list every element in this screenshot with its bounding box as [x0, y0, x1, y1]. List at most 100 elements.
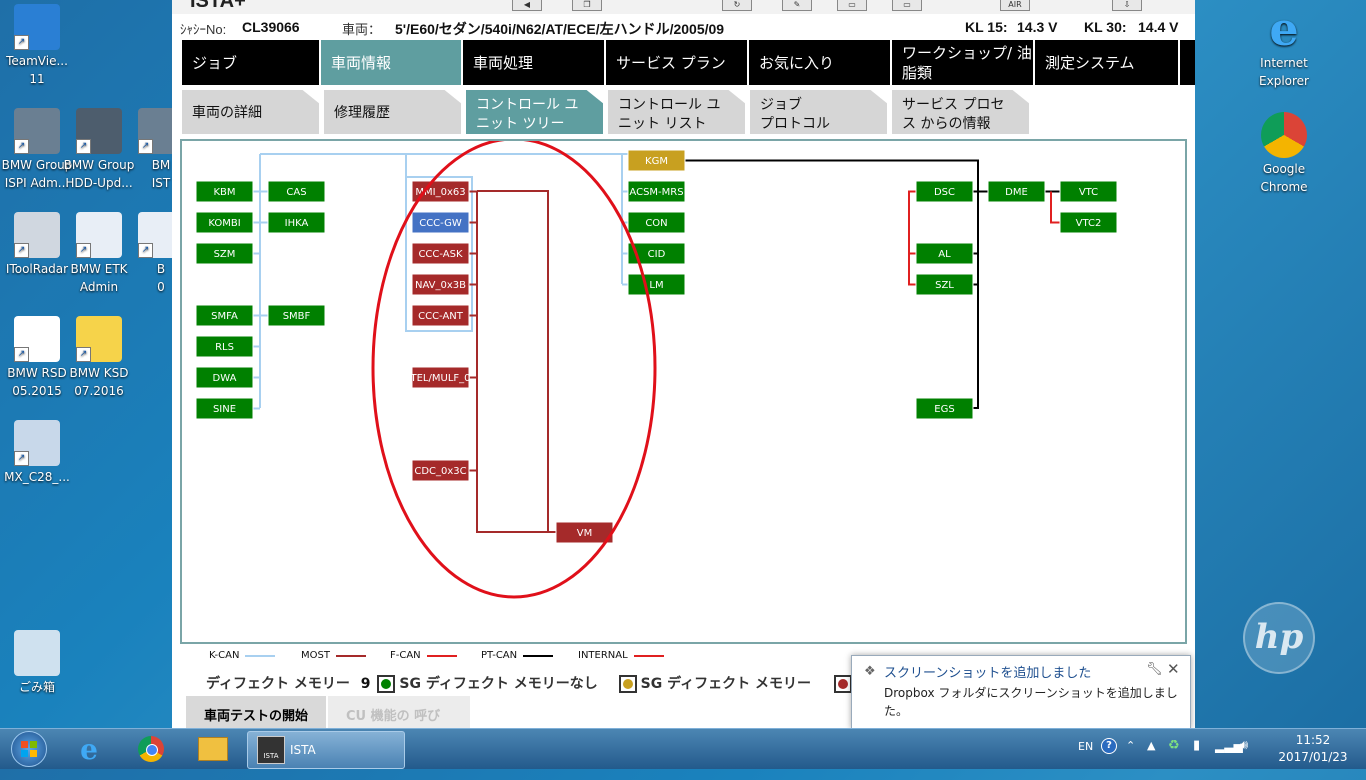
- recycle-bin-icon[interactable]: ごみ箱: [0, 630, 77, 696]
- no-fault-label: SG ディフェクト メモリーなし: [399, 676, 598, 692]
- bmw-ksd-icon[interactable]: ↗ BMW KSD 07.2016: [59, 316, 139, 400]
- ecu-node-vtc2[interactable]: VTC2: [1059, 211, 1118, 234]
- tab-control-unit-tree[interactable]: コントロール ユ ニット ツリー: [466, 90, 603, 134]
- taskbar-chrome-icon[interactable]: [124, 733, 178, 765]
- ecu-label: LM: [649, 280, 663, 291]
- chrome-icon[interactable]: Google Chrome: [1244, 112, 1324, 196]
- ecu-node-rls[interactable]: RLS: [195, 335, 254, 358]
- tab-control-unit-list[interactable]: コントロール ユ ニット リスト: [608, 90, 745, 134]
- taskbar-internet-explorer-icon[interactable]: e: [62, 733, 116, 766]
- network-sync-icon[interactable]: ♻: [1168, 738, 1180, 778]
- tab-repair-history[interactable]: 修理履歴: [324, 90, 461, 134]
- taskbar-ista-button[interactable]: ISTA ISTA: [247, 731, 405, 769]
- ecu-node-vm[interactable]: VM: [555, 521, 614, 544]
- ecu-node-szl[interactable]: SZL: [915, 273, 974, 296]
- taskbar: e ISTA ISTA EN ? ⌃ ▲ ♻ ▮ ▂▃▅ 🔊︎ 11:52 20…: [0, 728, 1366, 769]
- legend-kcan-line: [245, 654, 276, 657]
- legend-ptcan-line: [523, 654, 554, 657]
- desktop-icon-label: Google Chrome: [1260, 162, 1308, 194]
- ecu-node-smbf[interactable]: SMBF: [267, 304, 326, 327]
- main-nav: ジョブ 車両情報 車両処理 サービス プラン お気に入り ワークショップ/ 油 …: [182, 40, 1195, 85]
- clock[interactable]: 11:52 2017/01/23: [1268, 732, 1358, 766]
- nav-service-plan[interactable]: サービス プラン: [606, 40, 749, 85]
- download-icon[interactable]: ⇩: [1112, 0, 1142, 11]
- help-icon[interactable]: ?: [1101, 738, 1117, 754]
- tab-vehicle-details[interactable]: 車両の詳細: [182, 90, 319, 134]
- signal-icon[interactable]: ▂▃▅: [1215, 739, 1243, 779]
- ecu-node-ihka[interactable]: IHKA: [267, 211, 326, 234]
- refresh-icon[interactable]: ↻: [722, 0, 752, 11]
- ecu-node-acsm-mrs[interactable]: ACSM-MRS: [627, 180, 686, 203]
- windows-start-icon[interactable]: [2, 731, 56, 767]
- desktop-icon-label: ごみ箱: [18, 680, 55, 694]
- clock-date: 2017/01/23: [1278, 750, 1348, 764]
- ecu-node-vtc[interactable]: VTC: [1059, 180, 1118, 203]
- volume-icon[interactable]: 🔊︎: [1240, 738, 1248, 778]
- ecu-node-kgm[interactable]: KGM: [627, 149, 686, 172]
- no-fault-indicator-icon: [377, 675, 396, 693]
- nav-vehicle-processing[interactable]: 車両処理: [463, 40, 606, 85]
- copy-icon[interactable]: ❐: [572, 0, 602, 11]
- tool-icon[interactable]: ✎: [782, 0, 812, 11]
- ecu-label: DWA: [213, 373, 237, 384]
- tab-job-protocol[interactable]: ジョブ プロトコル: [750, 90, 887, 134]
- vehicle-info-bar: ｼｬｼｰNo: CL39066 車両： 5'/E60/セダン/540i/N62/…: [172, 14, 1195, 40]
- ecu-label: CDC_0x3C: [414, 466, 466, 477]
- ecu-node-ccc-ant[interactable]: CCC-ANT: [411, 304, 470, 327]
- wrench-icon[interactable]: 🔧︎: [1146, 662, 1163, 677]
- nav-vehicle-info[interactable]: 車両情報: [321, 40, 463, 85]
- ecu-node-cas[interactable]: CAS: [267, 180, 326, 203]
- dropbox-notification[interactable]: ❖ スクリーンショットを追加しました 🔧︎ ✕ Dropbox フォルダにスクリ…: [851, 655, 1191, 729]
- nav-job[interactable]: ジョブ: [182, 40, 321, 85]
- bmw-ksd-icon-image: ↗: [76, 316, 122, 362]
- ecu-node-dwa[interactable]: DWA: [195, 366, 254, 389]
- ecu-label: CON: [645, 218, 667, 229]
- chevron-up-icon[interactable]: ⌃: [1126, 739, 1135, 779]
- ecu-node-kbm[interactable]: KBM: [195, 180, 254, 203]
- teamviewer-icon[interactable]: ↗ TeamVie... 11: [0, 4, 77, 88]
- back-icon[interactable]: ◀: [512, 0, 542, 11]
- desktop-icon-label: TeamVie... 11: [6, 54, 68, 86]
- ecu-node-tel-mulf-0[interactable]: TEL/MULF_0: [410, 366, 471, 389]
- internet-explorer-icon[interactable]: e Internet Explorer: [1244, 6, 1324, 90]
- window-icon[interactable]: ▭: [837, 0, 867, 11]
- ecu-node-ccc-gw[interactable]: CCC-GW: [411, 211, 470, 234]
- ecu-label: NAV_0x3B: [415, 280, 466, 291]
- ecu-node-dsc[interactable]: DSC: [915, 180, 974, 203]
- start-vehicle-test-button[interactable]: 車両テストの開始: [186, 696, 326, 728]
- ispi-admin-icon-image: ↗: [14, 108, 60, 154]
- air-icon[interactable]: AIR: [1000, 0, 1030, 11]
- language-indicator[interactable]: EN: [1078, 740, 1093, 780]
- shortcut-arrow-icon: ↗: [76, 347, 91, 362]
- nav-measurement-system[interactable]: 測定システム: [1035, 40, 1180, 85]
- ista-titlebar: ISTA+ ◀ ❐ ↻ ✎ ▭ ▭ AIR ⇩: [172, 0, 1195, 14]
- fault-label: SG ディフェクト メモリー: [640, 676, 811, 692]
- show-hidden-icons-icon[interactable]: ▲: [1147, 739, 1155, 779]
- chrome-icon-image: [1261, 112, 1307, 158]
- close-icon[interactable]: ✕: [1167, 660, 1180, 678]
- nav-favorites[interactable]: お気に入り: [749, 40, 892, 85]
- dropbox-icon: ❖: [864, 664, 876, 679]
- ecu-label: AL: [938, 249, 951, 260]
- ecu-node-egs[interactable]: EGS: [915, 397, 974, 420]
- desktop-icon-label: BMW KSD 07.2016: [69, 366, 129, 398]
- monitor-icon[interactable]: ▭: [892, 0, 922, 11]
- mx-file-icon[interactable]: ↗ MX_C28_...: [0, 420, 77, 486]
- ecu-node-nav-0x3b[interactable]: NAV_0x3B: [411, 273, 470, 296]
- ecu-node-szm[interactable]: SZM: [195, 242, 254, 265]
- ecu-node-ccc-ask[interactable]: CCC-ASK: [411, 242, 470, 265]
- ecu-node-al[interactable]: AL: [915, 242, 974, 265]
- ecu-label: DSC: [934, 187, 955, 198]
- clock-time: 11:52: [1295, 733, 1331, 747]
- ecu-node-sine[interactable]: SINE: [195, 397, 254, 420]
- ecu-node-cdc-0x3c[interactable]: CDC_0x3C: [411, 459, 470, 482]
- tab-service-process-info[interactable]: サービス プロセ ス からの情報: [892, 90, 1029, 134]
- ecu-node-con[interactable]: CON: [627, 211, 686, 234]
- ecu-node-smfa[interactable]: SMFA: [195, 304, 254, 327]
- taskbar-file-explorer-icon[interactable]: [186, 733, 240, 765]
- ecu-node-lm[interactable]: LM: [627, 273, 686, 296]
- usb-icon[interactable]: ▮: [1193, 738, 1200, 778]
- ecu-node-kombi[interactable]: KOMBI: [195, 211, 254, 234]
- nav-workshop-fluids[interactable]: ワークショップ/ 油 脂類: [892, 40, 1035, 85]
- ecu-node-dme[interactable]: DME: [987, 180, 1046, 203]
